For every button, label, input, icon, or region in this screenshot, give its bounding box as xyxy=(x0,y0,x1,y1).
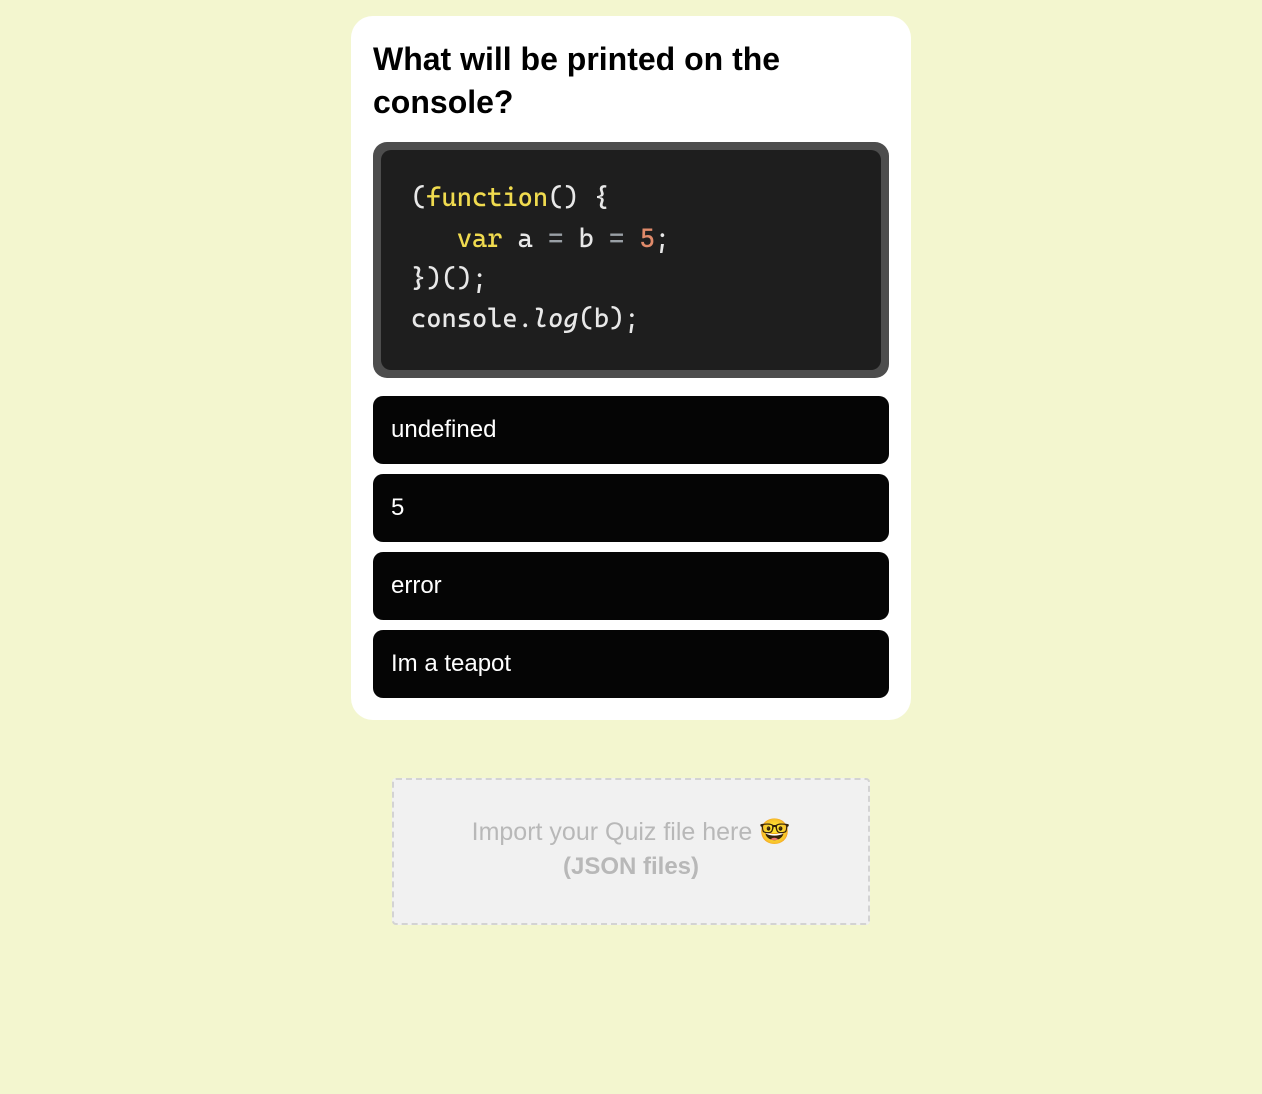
question-text: What will be printed on the console? xyxy=(373,38,889,124)
answer-option[interactable]: 5 xyxy=(373,474,889,542)
code-block: (function() { var a = b = 5; })(); conso… xyxy=(373,142,889,377)
answer-list: undefined 5 error Im a teapot xyxy=(373,396,889,698)
import-dropzone[interactable]: Import your Quiz file here 🤓 (JSON files… xyxy=(392,778,870,925)
quiz-card: What will be printed on the console? (fu… xyxy=(351,16,911,720)
dropzone-subtext: (JSON files) xyxy=(414,853,848,881)
answer-option[interactable]: Im a teapot xyxy=(373,630,889,698)
answer-option[interactable]: undefined xyxy=(373,396,889,464)
answer-option[interactable]: error xyxy=(373,552,889,620)
code-content: (function() { var a = b = 5; })(); conso… xyxy=(381,150,881,369)
dropzone-text: Import your Quiz file here 🤓 xyxy=(414,818,848,847)
